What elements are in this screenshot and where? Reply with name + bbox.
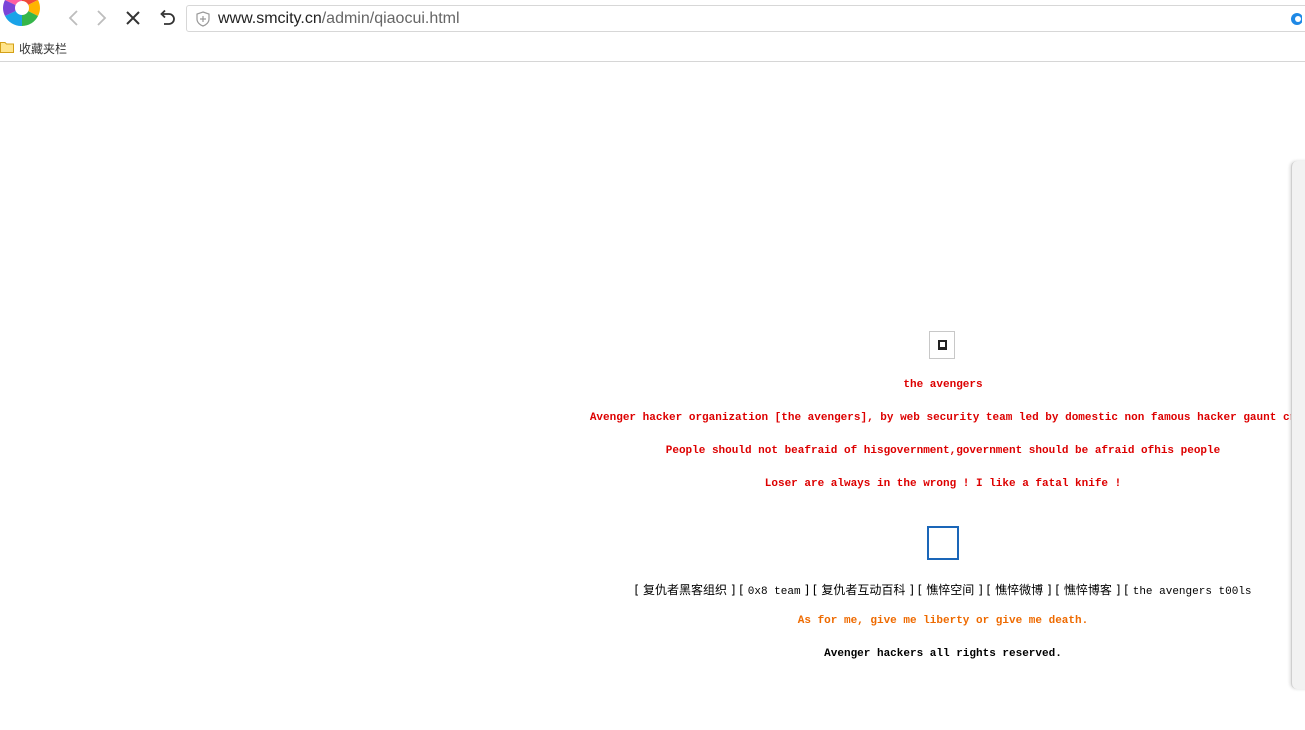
link-avengers-tools[interactable]: the avengers t00ls — [1133, 586, 1252, 598]
link-qiaocui-blog[interactable]: 憔悴博客 — [1064, 583, 1112, 597]
web-page: the avengers Avenger hacker organization… — [0, 63, 1305, 730]
bookmarks-folder-label[interactable]: 收藏夹栏 — [19, 40, 67, 57]
link-avengers-wiki[interactable]: 复仇者互动百科 — [821, 583, 905, 597]
links-bar: [ 复仇者黑客组织 ] [ 0x8 team ] [ 复仇者互动百科 ] [ 憔… — [634, 583, 1252, 598]
folder-icon — [0, 42, 14, 53]
liberty-quote: As for me, give me liberty or give me de… — [797, 615, 1089, 627]
back-button[interactable] — [60, 6, 86, 30]
bookmarks-bar: 收藏夹栏 — [0, 36, 1305, 62]
undo-icon — [160, 9, 175, 25]
browser-logo-icon[interactable] — [0, 0, 46, 28]
link-0x8-team[interactable]: 0x8 team — [748, 586, 801, 598]
broken-image-icon — [929, 331, 955, 359]
side-panel[interactable] — [1291, 161, 1305, 689]
close-icon — [126, 11, 140, 25]
motto-line: People should not beafraid of hisgovernm… — [665, 445, 1221, 457]
url-path: /admin/qiaocui.html — [321, 10, 460, 27]
copyright-footer: Avenger hackers all rights reserved. — [824, 648, 1062, 660]
url-host: www.smcity.cn — [218, 10, 322, 27]
intro-line: Avenger hacker organization [the avenger… — [589, 412, 1297, 424]
browser-toolbar: www.smcity.cn/admin/qiaocui.html — [0, 0, 1305, 36]
url-text: www.smcity.cn/admin/qiaocui.html — [218, 10, 460, 28]
link-qiaocui-space[interactable]: 憔悴空间 — [926, 583, 974, 597]
link-avengers-org[interactable]: 复仇者黑客组织 — [643, 583, 727, 597]
link-qiaocui-weibo[interactable]: 憔悴微博 — [995, 583, 1043, 597]
stop-loading-button[interactable] — [120, 6, 146, 30]
reload-button[interactable] — [154, 6, 180, 30]
image-placeholder — [927, 526, 959, 560]
chevron-left-icon — [68, 10, 78, 26]
address-bar[interactable]: www.smcity.cn/admin/qiaocui.html — [186, 5, 1305, 32]
slogan-line: Loser are always in the wrong ! I like a… — [764, 478, 1122, 490]
shield-icon — [196, 11, 210, 27]
forward-button[interactable] — [89, 6, 115, 30]
page-title: the avengers — [903, 379, 983, 391]
extension-icon[interactable] — [1288, 12, 1302, 26]
chevron-right-icon — [97, 10, 107, 26]
